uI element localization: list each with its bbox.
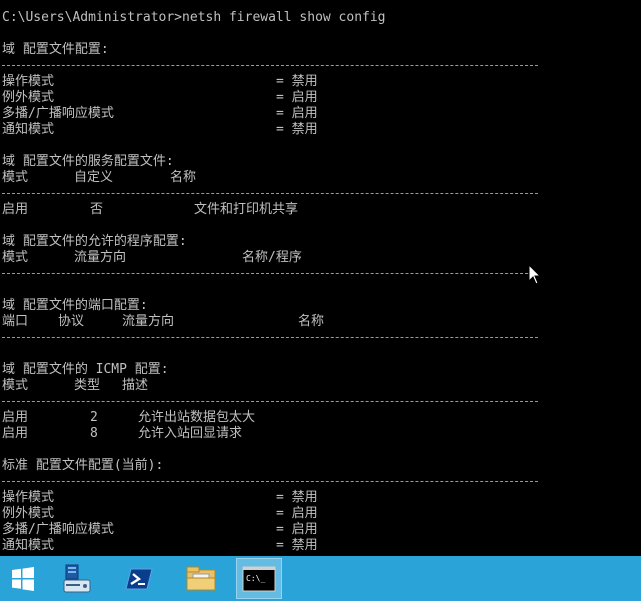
setting-label: 通知模式 — [2, 122, 55, 137]
mouse-pointer-icon — [528, 264, 542, 285]
setting-value: = 启用 — [276, 522, 318, 537]
programs-title: 域 配置文件的允许的程序配置: — [2, 234, 187, 249]
setting-value: = 禁用 — [276, 538, 318, 553]
setting-row: 多播/广播响应模式 = 启用 — [2, 522, 318, 538]
setting-row: 通知模式 = 禁用 — [2, 122, 318, 138]
start-button[interactable] — [0, 558, 46, 599]
setting-value: = 启用 — [276, 106, 318, 121]
command-prompt-line: C:\Users\Administrator>netsh firewall sh… — [2, 10, 386, 25]
column-header: 自定义 — [74, 170, 114, 185]
separator — [2, 273, 538, 274]
icmp-desc: 允许出站数据包太大 — [138, 410, 256, 425]
icmp-row: 启用 8 允许入站回显请求 — [2, 426, 242, 442]
column-header: 名称 — [298, 314, 325, 329]
separator — [2, 337, 538, 338]
setting-value: = 禁用 — [276, 122, 318, 137]
column-header: 描述 — [122, 378, 149, 393]
command-prompt-icon-label: C:\_ — [246, 574, 265, 583]
powershell-icon — [125, 568, 153, 589]
column-header: 协议 — [58, 314, 85, 329]
setting-row: 通知模式 = 禁用 — [2, 538, 318, 554]
domain-profile-title: 域 配置文件配置: — [2, 42, 109, 57]
console-window[interactable]: C:\Users\Administrator>netsh firewall sh… — [0, 0, 641, 556]
setting-value: = 禁用 — [276, 490, 318, 505]
separator — [2, 193, 538, 194]
setting-label: 多播/广播响应模式 — [2, 522, 114, 537]
icmp-mode: 启用 — [2, 410, 29, 425]
command-prompt-taskbar-button[interactable]: C:\_ — [236, 558, 282, 599]
column-header: 名称/程序 — [242, 250, 302, 265]
icmp-desc: 允许入站回显请求 — [138, 426, 243, 441]
column-header: 模式 — [2, 170, 29, 185]
setting-row: 例外模式 = 启用 — [2, 90, 318, 106]
service-name: 文件和打印机共享 — [194, 202, 299, 217]
setting-label: 例外模式 — [2, 90, 55, 105]
setting-label: 操作模式 — [2, 490, 55, 505]
column-header: 模式 — [2, 250, 29, 265]
ports-title: 域 配置文件的端口配置: — [2, 298, 148, 313]
windows-start-icon — [12, 566, 34, 591]
server-manager-icon — [63, 564, 91, 592]
column-header: 模式 — [2, 378, 29, 393]
icmp-header-row: 模式 类型 描述 — [2, 378, 148, 394]
file-explorer-icon — [186, 566, 216, 590]
service-custom: 否 — [90, 202, 104, 217]
file-explorer-button[interactable] — [178, 558, 224, 599]
setting-value: = 启用 — [276, 90, 318, 105]
separator — [2, 401, 538, 402]
setting-label: 操作模式 — [2, 74, 55, 89]
setting-value: = 启用 — [276, 506, 318, 521]
separator — [2, 65, 538, 66]
setting-row: 多播/广播响应模式 = 启用 — [2, 106, 318, 122]
ports-header-row: 端口 协议 流量方向 名称 — [2, 314, 324, 330]
column-header: 类型 — [74, 378, 101, 393]
setting-value: = 禁用 — [276, 74, 318, 89]
taskbar: C:\_ — [0, 556, 641, 601]
icmp-mode: 启用 — [2, 426, 29, 441]
services-title: 域 配置文件的服务配置文件: — [2, 154, 174, 169]
service-mode: 启用 — [2, 202, 29, 217]
setting-row: 例外模式 = 启用 — [2, 506, 318, 522]
setting-row: 操作模式 = 禁用 — [2, 74, 318, 90]
programs-header-row: 模式 流量方向 名称/程序 — [2, 250, 302, 266]
setting-label: 例外模式 — [2, 506, 55, 521]
icmp-title: 域 配置文件的 ICMP 配置: — [2, 362, 169, 377]
services-row: 启用 否 文件和打印机共享 — [2, 202, 298, 218]
setting-label: 通知模式 — [2, 538, 55, 553]
column-header: 流量方向 — [74, 250, 127, 265]
services-header-row: 模式 自定义 名称 — [2, 170, 196, 186]
separator — [2, 481, 538, 482]
command-prompt-icon: C:\_ — [242, 566, 276, 591]
powershell-button[interactable] — [116, 558, 162, 599]
setting-row: 操作模式 = 禁用 — [2, 490, 318, 506]
standard-profile-title: 标准 配置文件配置(当前): — [2, 458, 164, 473]
column-header: 端口 — [2, 314, 29, 329]
server-manager-button[interactable] — [54, 558, 100, 599]
setting-label: 多播/广播响应模式 — [2, 106, 114, 121]
icmp-type: 8 — [90, 426, 98, 441]
column-header: 名称 — [170, 170, 197, 185]
column-header: 流量方向 — [122, 314, 175, 329]
icmp-row: 启用 2 允许出站数据包太大 — [2, 410, 255, 426]
icmp-type: 2 — [90, 410, 98, 425]
